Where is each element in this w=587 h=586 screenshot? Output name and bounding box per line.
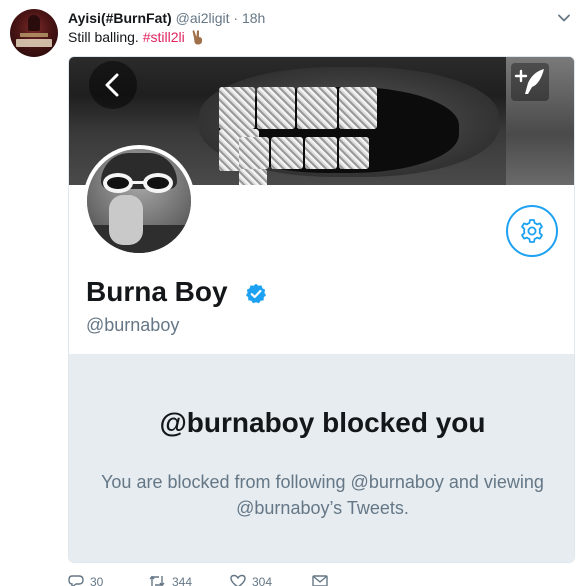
gear-icon	[521, 219, 543, 243]
avatar-hand	[109, 195, 143, 245]
avatar-glasses-left	[103, 173, 133, 193]
hashtag-link[interactable]: #still2li	[143, 29, 185, 45]
victory-hand-icon	[192, 30, 202, 45]
avatar-band	[20, 33, 48, 37]
profile-card[interactable]: Burna Boy @burnaboy @burnaboy blocked yo…	[68, 56, 575, 563]
retweet-button[interactable]: 344	[148, 574, 192, 586]
banner-grillz-top	[219, 87, 419, 171]
verified-badge-icon	[246, 283, 266, 304]
chevron-down-icon[interactable]	[556, 10, 572, 26]
avatar-glasses-right	[143, 173, 173, 193]
author-handle[interactable]: @ai2ligit	[176, 10, 230, 26]
tweet-timestamp[interactable]: 18h	[242, 10, 265, 26]
direct-message-button[interactable]	[312, 574, 334, 586]
reply-icon	[68, 575, 84, 586]
tweet-body: Still balling.	[68, 29, 139, 45]
tweet-header: Ayisi(#BurnFat) @ai2ligit · 18h	[68, 9, 265, 27]
like-count: 304	[252, 575, 273, 586]
reply-button[interactable]: 30	[68, 574, 103, 586]
heart-icon	[230, 574, 246, 586]
author-avatar[interactable]	[10, 9, 58, 57]
avatar-figure	[28, 15, 40, 31]
banner-grillz-bottom	[239, 137, 399, 185]
like-button[interactable]: 304	[230, 574, 272, 586]
profile-avatar[interactable]	[83, 145, 195, 257]
reply-count: 30	[90, 575, 104, 586]
avatar-banner-strip	[16, 39, 52, 47]
profile-name: Burna Boy	[86, 276, 228, 307]
retweet-count: 344	[172, 575, 193, 586]
tweet-text: Still balling. #still2li	[68, 28, 205, 46]
blocked-title: @burnaboy blocked you	[159, 407, 486, 438]
retweet-icon	[149, 575, 165, 586]
blocked-notice: @burnaboy blocked you You are blocked fr…	[69, 354, 574, 562]
back-button[interactable]	[89, 61, 137, 109]
header-separator: ·	[233, 10, 239, 26]
envelope-icon	[312, 575, 328, 586]
profile-handle: @burnaboy	[86, 315, 180, 335]
chevron-left-icon	[105, 73, 119, 97]
tweet[interactable]: Ayisi(#BurnFat) @ai2ligit · 18h Still ba…	[0, 0, 587, 586]
settings-button[interactable]	[506, 205, 558, 257]
quill-plus-icon[interactable]	[511, 63, 549, 101]
blocked-message: You are blocked from following @burnaboy…	[101, 472, 544, 518]
author-display-name[interactable]: Ayisi(#BurnFat)	[68, 10, 172, 26]
tweet-actions: 30 344 304	[68, 574, 548, 586]
